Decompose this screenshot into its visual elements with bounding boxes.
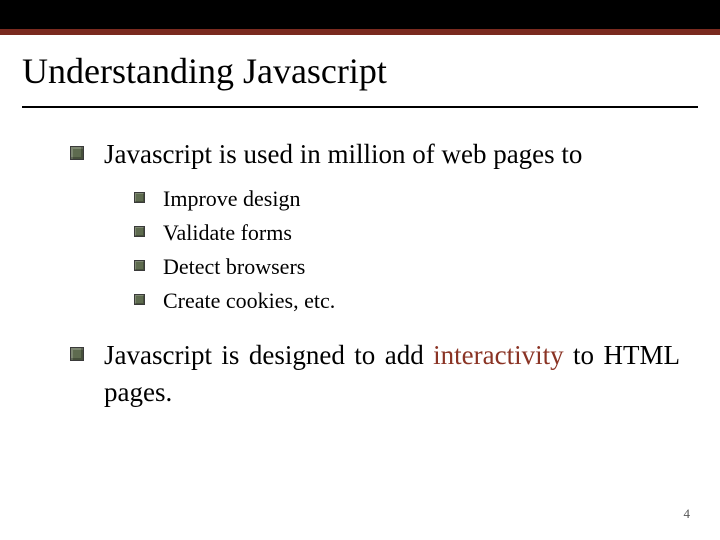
sub-bullet-text: Validate forms: [163, 218, 292, 248]
sub-bullet-item: Improve design: [134, 184, 680, 214]
sub-bullet-item: Validate forms: [134, 218, 680, 248]
sub-bullet-text: Detect browsers: [163, 252, 305, 282]
slide-title: Understanding Javascript: [22, 50, 387, 92]
square-bullet-icon: [134, 260, 145, 271]
bullet-item-1: Javascript is used in million of web pag…: [70, 136, 680, 172]
sub-bullet-text: Create cookies, etc.: [163, 286, 335, 316]
bullet-item-2: Javascript is designed to add interactiv…: [70, 337, 680, 410]
square-bullet-icon: [70, 146, 84, 160]
square-bullet-icon: [134, 192, 145, 203]
title-underline: [22, 106, 698, 108]
sub-bullet-list: Improve design Validate forms Detect bro…: [134, 184, 680, 315]
square-bullet-icon: [134, 226, 145, 237]
slide-content: Javascript is used in million of web pag…: [70, 136, 680, 414]
page-number: 4: [684, 506, 691, 522]
square-bullet-icon: [70, 347, 84, 361]
top-black-bar: [0, 0, 720, 29]
bullet-text: Javascript is designed to add interactiv…: [104, 337, 680, 410]
bullet-text: Javascript is used in million of web pag…: [104, 136, 582, 172]
square-bullet-icon: [134, 294, 145, 305]
sub-bullet-item: Create cookies, etc.: [134, 286, 680, 316]
text-pre: Javascript is designed to add: [104, 340, 433, 370]
highlight-word: interactivity: [433, 340, 563, 370]
sub-bullet-text: Improve design: [163, 184, 300, 214]
top-maroon-bar: [0, 29, 720, 35]
sub-bullet-item: Detect browsers: [134, 252, 680, 282]
